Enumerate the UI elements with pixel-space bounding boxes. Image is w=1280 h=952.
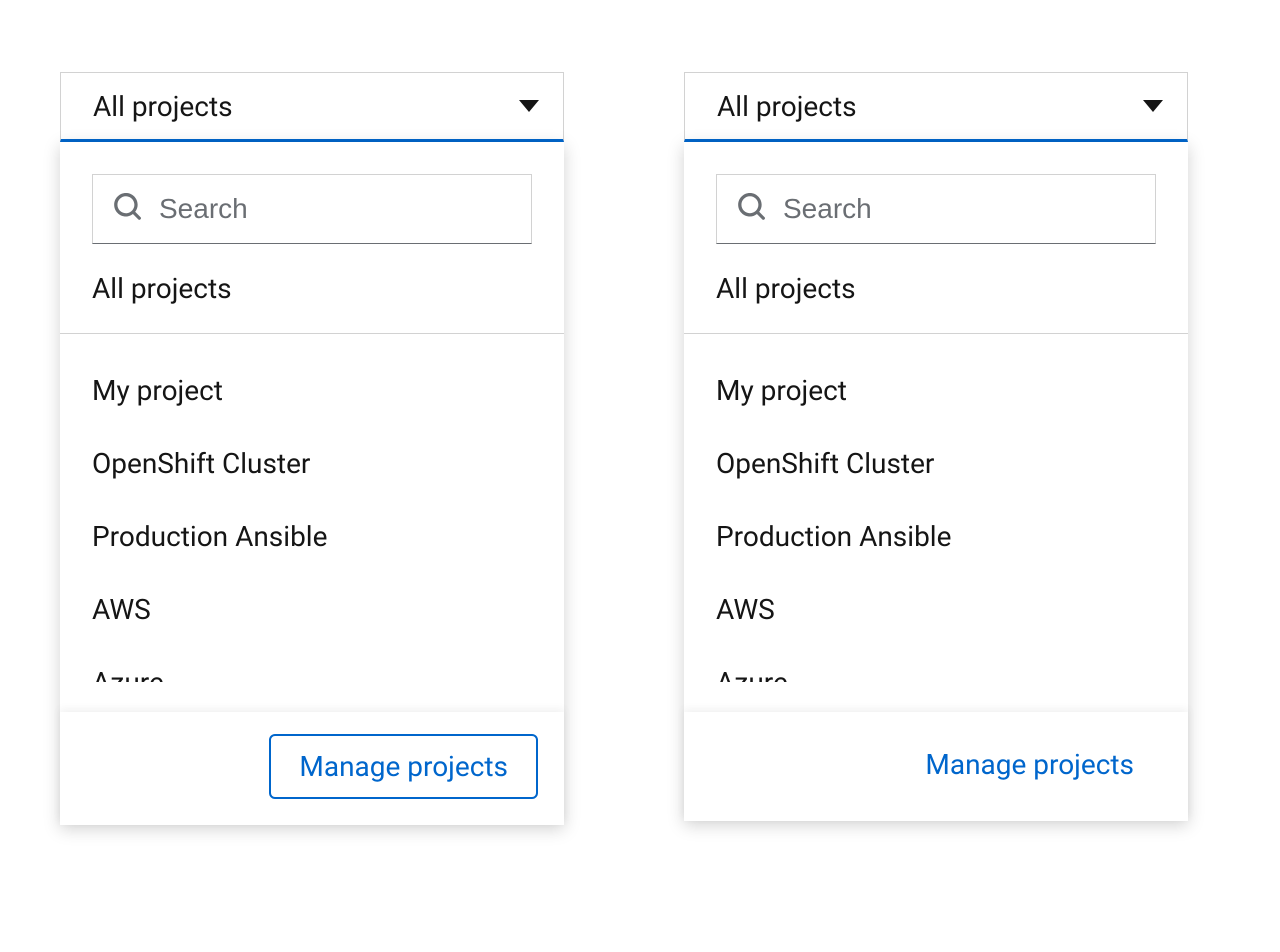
menu-footer: Manage projects <box>60 712 564 825</box>
search-box[interactable] <box>92 174 532 244</box>
option-item[interactable]: AWS <box>684 573 1188 646</box>
context-toggle-label: All projects <box>717 90 857 123</box>
option-item[interactable]: OpenShift Cluster <box>60 427 564 500</box>
option-item[interactable]: My project <box>60 354 564 427</box>
option-item-partial[interactable]: Azure <box>60 646 564 682</box>
context-menu: All projects My project OpenShift Cluste… <box>684 142 1188 821</box>
search-input[interactable] <box>159 193 511 225</box>
option-item[interactable]: Production Ansible <box>684 500 1188 573</box>
context-selector-right: All projects All projects My project Ope… <box>684 72 1188 825</box>
context-toggle-label: All projects <box>93 90 233 123</box>
menu-footer: Manage projects <box>684 712 1188 821</box>
context-menu: All projects My project OpenShift Cluste… <box>60 142 564 825</box>
manage-projects-link[interactable]: Manage projects <box>897 734 1162 795</box>
search-box[interactable] <box>716 174 1156 244</box>
context-selector-left: All projects All projects My project Ope… <box>60 72 564 825</box>
search-container <box>684 142 1188 244</box>
option-item[interactable]: My project <box>684 354 1188 427</box>
caret-down-icon <box>1143 100 1163 112</box>
search-icon <box>737 193 765 225</box>
option-item[interactable]: AWS <box>60 573 564 646</box>
context-toggle[interactable]: All projects <box>684 72 1188 142</box>
option-item[interactable]: Production Ansible <box>60 500 564 573</box>
option-all-projects[interactable]: All projects <box>60 244 564 333</box>
search-icon <box>113 193 141 225</box>
options-list: My project OpenShift Cluster Production … <box>684 334 1188 712</box>
context-toggle[interactable]: All projects <box>60 72 564 142</box>
option-item-partial[interactable]: Azure <box>684 646 1188 682</box>
options-list: My project OpenShift Cluster Production … <box>60 334 564 712</box>
caret-down-icon <box>519 100 539 112</box>
manage-projects-button[interactable]: Manage projects <box>269 734 538 799</box>
option-item[interactable]: OpenShift Cluster <box>684 427 1188 500</box>
search-input[interactable] <box>783 193 1135 225</box>
option-all-projects[interactable]: All projects <box>684 244 1188 333</box>
search-container <box>60 142 564 244</box>
